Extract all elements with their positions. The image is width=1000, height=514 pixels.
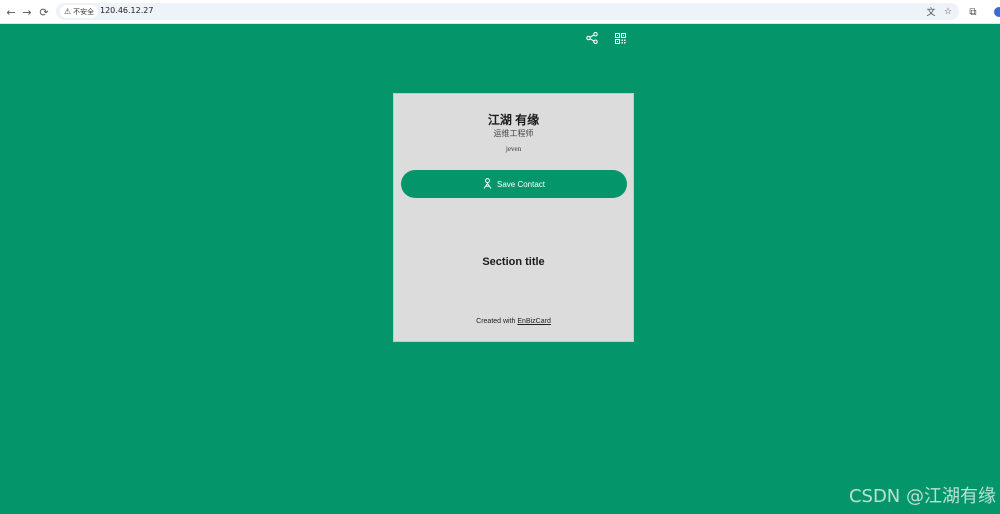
back-button[interactable]: ←	[3, 4, 19, 20]
browser-toolbar: ← → ⟳ ⚠ 不安全 120.46.12.27 文 ☆ ⧉	[0, 0, 1000, 24]
card-footer: Created with EnBizCard	[394, 318, 633, 325]
address-bar[interactable]: ⚠ 不安全 120.46.12.27 文 ☆	[56, 3, 959, 20]
security-label: 不安全	[73, 7, 95, 16]
translate-icon[interactable]: 文	[924, 5, 938, 18]
contact-company: jeven	[505, 145, 522, 153]
watermark: CSDN @江湖有缘	[848, 486, 996, 507]
forward-button[interactable]: →	[19, 4, 35, 20]
extensions-icon[interactable]: ⧉	[965, 4, 981, 20]
qr-code-icon[interactable]	[612, 30, 628, 46]
security-indicator[interactable]: ⚠ 不安全	[60, 5, 99, 18]
share-icon[interactable]	[584, 30, 600, 46]
save-contact-button[interactable]: Save Contact	[401, 170, 627, 198]
profile-avatar[interactable]	[994, 7, 1000, 17]
url-text[interactable]: 120.46.12.27	[100, 6, 153, 15]
warning-icon: ⚠	[64, 7, 72, 16]
reload-button[interactable]: ⟳	[36, 4, 52, 20]
contact-name: 江湖 有缘	[487, 113, 540, 127]
section-title: Section title	[482, 256, 545, 268]
contact-icon	[483, 177, 492, 191]
enbizcard-link[interactable]: EnBizCard	[517, 318, 550, 325]
save-contact-label: Save Contact	[496, 179, 546, 189]
contact-title: 运维工程师	[493, 129, 534, 138]
footer-prefix: Created with	[476, 318, 516, 325]
bookmark-star-icon[interactable]: ☆	[941, 5, 955, 18]
business-card: 江湖 有缘 运维工程师 jeven Save Contact Section t…	[393, 93, 634, 342]
